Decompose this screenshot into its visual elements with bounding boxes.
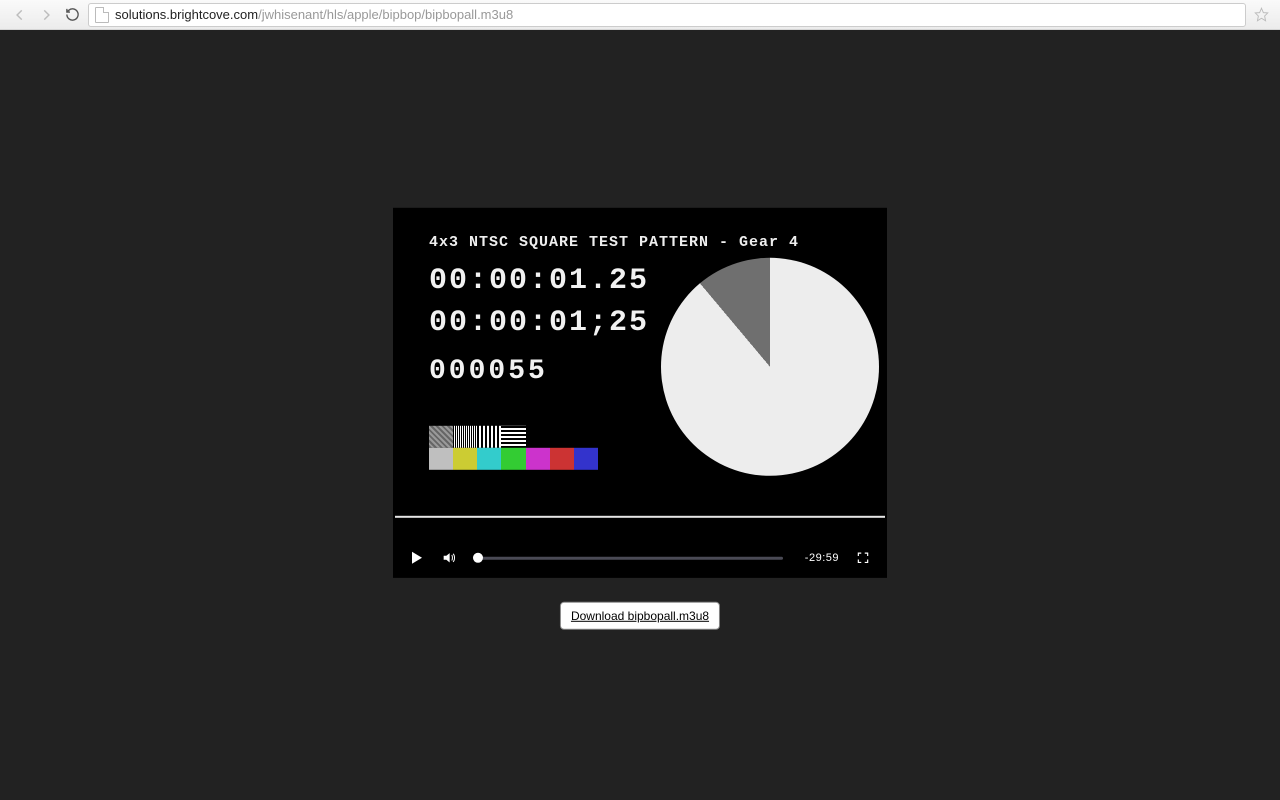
video-player: 4x3 NTSC SQUARE TEST PATTERN - Gear 4 00… bbox=[393, 208, 887, 578]
download-link[interactable]: Download bipbopall.m3u8 bbox=[571, 609, 709, 623]
seek-thumb[interactable] bbox=[473, 553, 483, 563]
browser-toolbar: solutions.brightcove.com/jwhisenant/hls/… bbox=[0, 0, 1280, 30]
progress-pie bbox=[616, 213, 887, 520]
back-button[interactable] bbox=[10, 5, 30, 25]
download-pill: Download bipbopall.m3u8 bbox=[561, 603, 719, 629]
bookmark-star-icon[interactable] bbox=[1252, 6, 1270, 24]
video-controls: -29:59 bbox=[393, 538, 887, 578]
play-button[interactable] bbox=[409, 550, 425, 566]
page-icon bbox=[95, 7, 109, 23]
page-body: 4x3 NTSC SQUARE TEST PATTERN - Gear 4 00… bbox=[0, 30, 1280, 800]
timecode-2: 00:00:01;25 bbox=[429, 306, 649, 340]
timecode-1: 00:00:01.25 bbox=[429, 264, 649, 298]
fullscreen-icon bbox=[856, 551, 870, 565]
url-host: solutions.brightcove.com bbox=[115, 7, 258, 22]
volume-button[interactable] bbox=[441, 550, 457, 566]
color-bars bbox=[429, 426, 598, 470]
video-divider bbox=[395, 516, 885, 518]
time-remaining: -29:59 bbox=[799, 552, 839, 564]
reload-button[interactable] bbox=[62, 5, 82, 25]
address-bar[interactable]: solutions.brightcove.com/jwhisenant/hls/… bbox=[88, 3, 1246, 27]
forward-button[interactable] bbox=[36, 5, 56, 25]
test-pattern-title: 4x3 NTSC SQUARE TEST PATTERN - Gear 4 bbox=[429, 234, 799, 251]
seek-bar[interactable] bbox=[473, 550, 783, 566]
url-path: /jwhisenant/hls/apple/bipbop/bipbopall.m… bbox=[258, 7, 513, 22]
frame-counter: 000055 bbox=[429, 356, 548, 387]
fullscreen-button[interactable] bbox=[855, 550, 871, 566]
play-icon bbox=[412, 552, 422, 564]
video-canvas[interactable]: 4x3 NTSC SQUARE TEST PATTERN - Gear 4 00… bbox=[393, 208, 887, 578]
volume-icon bbox=[441, 550, 457, 566]
url-text: solutions.brightcove.com/jwhisenant/hls/… bbox=[115, 7, 513, 22]
